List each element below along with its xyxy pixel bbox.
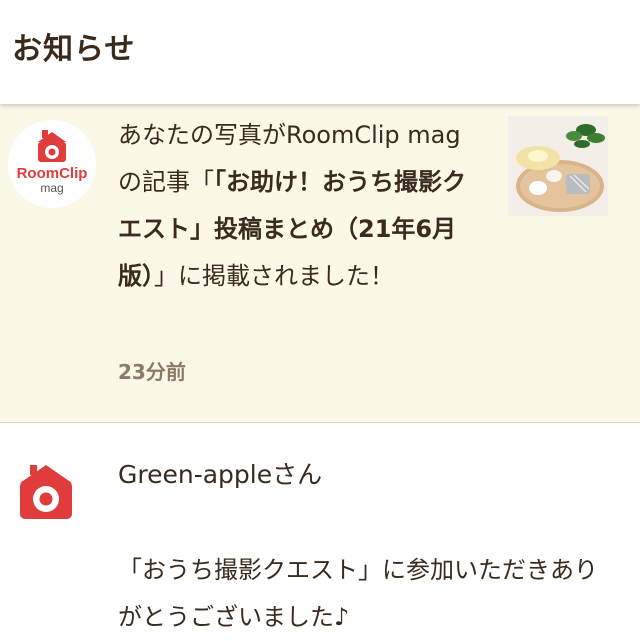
page-header: お知らせ [0, 0, 640, 104]
svg-text:mag: mag [40, 181, 63, 195]
roomclip-mag-avatar: RoomClip mag [8, 120, 96, 208]
kitchen-photo-thumbnail-icon [508, 116, 608, 216]
roomclip-mag-logo-icon: RoomClip mag [8, 120, 96, 208]
svg-text:RoomClip: RoomClip [17, 165, 88, 182]
notification-user-name[interactable]: Green-appleさん [118, 455, 322, 491]
notification-time: 23分前 [118, 360, 186, 384]
page-title: お知らせ [12, 32, 136, 67]
message-suffix: 」に掲載されました！ [154, 262, 394, 290]
roomclip-camera-icon [20, 465, 72, 519]
roomclip-camera-avatar [18, 463, 74, 519]
notification-message: あなたの写真がRoomClip magの記事「「お助け！おうち撮影クエスト」投稿… [118, 112, 478, 300]
notification-item[interactable]: Green-appleさん 「おうち撮影クエスト」に参加いただきありがとうござい… [0, 423, 640, 640]
notification-message: 「おうち撮影クエスト」に参加いただきありがとうございました♪ [118, 556, 598, 631]
article-thumbnail[interactable] [508, 116, 608, 216]
notification-item[interactable]: RoomClip mag あなたの写真がRoomClip magの記事「「お助け… [0, 104, 640, 423]
